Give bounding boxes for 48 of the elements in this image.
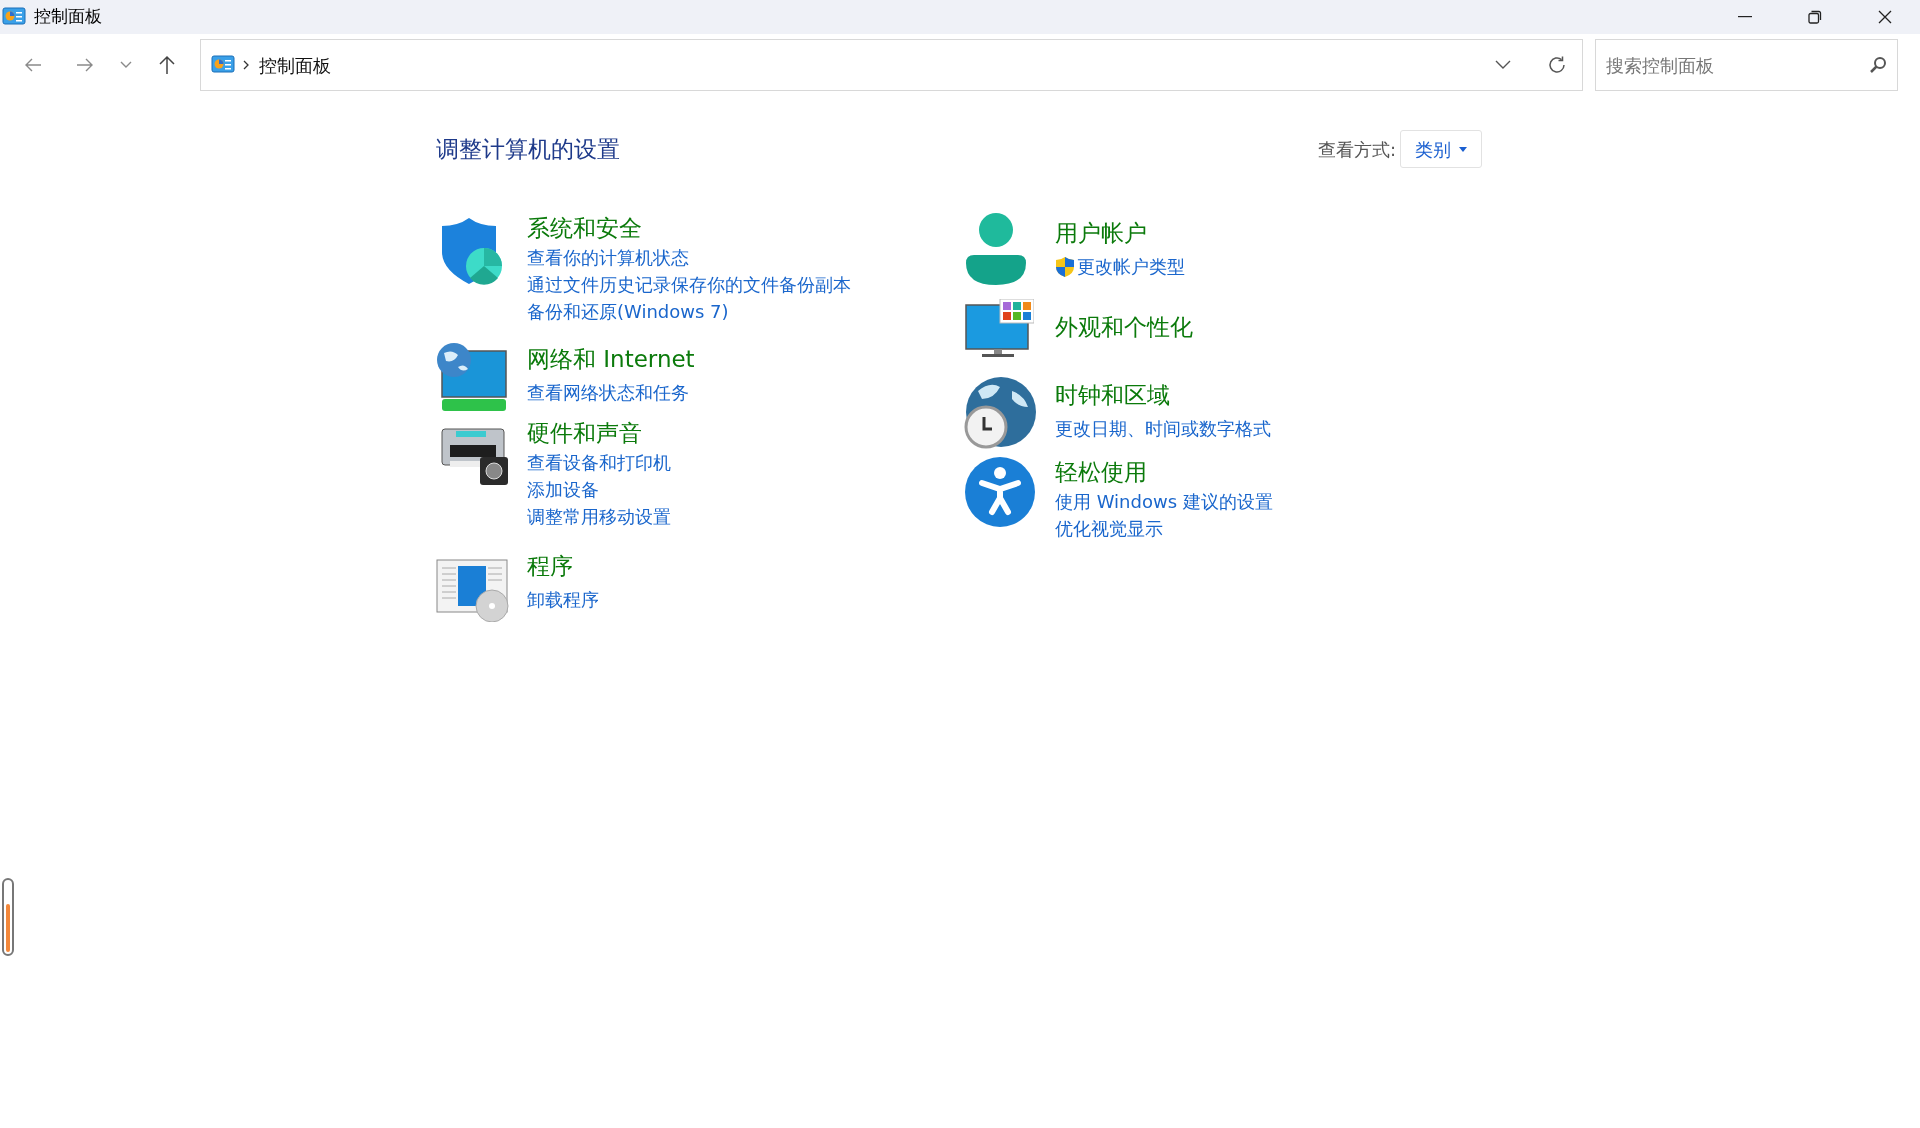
category-link[interactable]: 系统和安全 (527, 212, 851, 244)
control-panel-icon (2, 7, 26, 27)
task-link[interactable]: 调整常用移动设置 (527, 503, 671, 530)
control-panel-icon (211, 55, 235, 75)
task-link[interactable]: 更改日期、时间或数字格式 (1055, 415, 1271, 442)
view-by-dropdown[interactable]: 类别 (1400, 130, 1482, 168)
task-link[interactable]: 更改帐户类型 (1077, 253, 1185, 280)
network-monitor-icon (436, 343, 508, 411)
task-link[interactable]: 添加设备 (527, 476, 599, 503)
search-field[interactable]: 搜索控制面板 (1595, 39, 1898, 91)
chevron-down-icon (120, 61, 132, 69)
task-link[interactable]: 使用 Windows 建议的设置 (1055, 488, 1273, 515)
window-title: 控制面板 (34, 5, 102, 29)
category-link[interactable]: 时钟和区域 (1055, 379, 1271, 411)
category-link[interactable]: 外观和个性化 (1055, 311, 1193, 343)
task-link[interactable]: 卸载程序 (527, 586, 599, 613)
page-heading: 调整计算机的设置 (436, 134, 620, 164)
refresh-icon (1547, 55, 1567, 75)
category-link[interactable]: 硬件和声音 (527, 417, 671, 449)
category-link[interactable]: 用户帐户 (1055, 217, 1185, 249)
task-link[interactable]: 查看网络状态和任务 (527, 379, 689, 406)
minimize-icon (1738, 16, 1752, 18)
chevron-down-icon (1495, 60, 1511, 70)
task-link[interactable]: 备份和还原(Windows 7) (527, 298, 729, 325)
task-link[interactable]: 查看设备和打印机 (527, 449, 671, 476)
user-icon (964, 213, 1028, 285)
category-link[interactable]: 程序 (527, 550, 599, 582)
restore-icon (1808, 10, 1822, 24)
back-icon (24, 57, 42, 73)
accessibility-icon (964, 456, 1036, 528)
task-link[interactable]: 通过文件历史记录保存你的文件备份副本 (527, 271, 851, 298)
caret-icon (1459, 146, 1467, 152)
program-window-icon (436, 558, 510, 622)
address-bar[interactable]: 控制面板 (200, 39, 1583, 91)
close-icon (1878, 10, 1892, 24)
category-link[interactable]: 网络和 Internet (527, 343, 695, 375)
category-link[interactable]: 轻松使用 (1055, 456, 1273, 488)
search-icon (1869, 56, 1887, 74)
view-by-label: 查看方式: (1317, 137, 1396, 162)
search-input[interactable]: 搜索控制面板 (1606, 51, 1869, 79)
task-link[interactable]: 查看你的计算机状态 (527, 244, 689, 271)
monitor-with-tiles-icon (964, 299, 1034, 359)
forward-icon (76, 57, 94, 73)
breadcrumb-separator-icon (243, 60, 249, 70)
address-path[interactable]: 控制面板 (259, 51, 331, 79)
task-link[interactable]: 优化视觉显示 (1055, 515, 1163, 542)
globe-with-clock-icon (964, 377, 1036, 449)
up-arrow-icon (158, 55, 176, 75)
